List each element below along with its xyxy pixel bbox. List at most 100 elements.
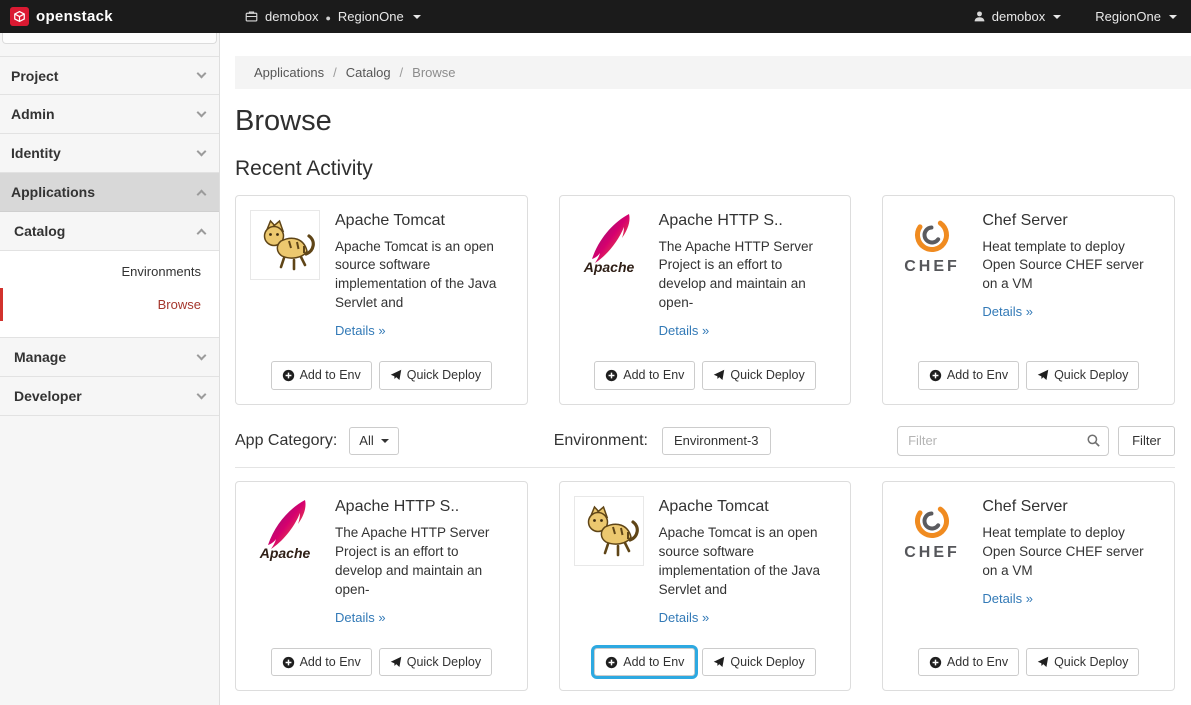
search-icon — [1086, 433, 1101, 453]
recent-cards-row: Apache Tomcat Apache Tomcat is an open s… — [235, 195, 1175, 405]
region-menu-label: RegionOne — [1095, 9, 1161, 24]
tomcat-logo-image — [574, 496, 644, 566]
breadcrumb-separator — [333, 65, 337, 80]
plus-circle-icon — [605, 656, 618, 669]
add-to-env-label: Add to Env — [947, 654, 1008, 670]
card-actions: Add to Env Quick Deploy — [236, 361, 527, 389]
region-menu[interactable]: RegionOne — [1095, 9, 1177, 24]
app-title: Chef Server — [982, 498, 1160, 516]
svg-text:CHEF: CHEF — [905, 544, 961, 561]
brand-text: openstack — [36, 8, 113, 25]
quick-deploy-label: Quick Deploy — [1054, 367, 1128, 383]
chevron-up-icon — [197, 228, 207, 238]
filter-button-label: Filter — [1132, 433, 1161, 450]
card-actions: Add to Env Quick Deploy — [883, 648, 1174, 676]
filter-submit-button[interactable]: Filter — [1118, 426, 1175, 457]
topbar: openstack demobox RegionOne demobox Regi… — [0, 0, 1191, 33]
add-to-env-label: Add to Env — [947, 367, 1008, 383]
sidebar-item-label: Developer — [14, 388, 82, 404]
sidebar-item-label: Catalog — [14, 223, 65, 239]
app-category-label: App Category: — [235, 432, 337, 450]
layout: Project Admin Identity Applications Cata… — [0, 33, 1191, 705]
chevron-down-icon — [197, 69, 207, 79]
plus-circle-icon — [929, 369, 942, 382]
chef-logo-image: CHEF — [897, 210, 967, 280]
add-to-env-button[interactable]: Add to Env — [918, 361, 1019, 389]
breadcrumb-item-browse: Browse — [412, 65, 455, 80]
card-body: Apache HTTP S.. The Apache HTTP Server P… — [335, 496, 513, 627]
add-to-env-button[interactable]: Add to Env — [271, 361, 372, 389]
add-to-env-button[interactable]: Add to Env — [271, 648, 372, 676]
apache-logo-image: Apache — [574, 210, 644, 280]
quick-deploy-button[interactable]: Quick Deploy — [1026, 648, 1139, 676]
quick-deploy-label: Quick Deploy — [407, 367, 481, 383]
filter-input[interactable] — [897, 426, 1109, 456]
app-title: Apache HTTP S.. — [659, 212, 837, 230]
card-actions: Add to Env Quick Deploy — [236, 648, 527, 676]
details-link[interactable]: Details » — [982, 591, 1033, 606]
sidebar-item-browse[interactable]: Browse — [0, 288, 219, 321]
details-link[interactable]: Details » — [335, 610, 386, 625]
app-description: Apache Tomcat is an open source software… — [335, 238, 513, 314]
card-top: Apache Tomcat Apache Tomcat is an open s… — [250, 210, 513, 341]
quick-deploy-label: Quick Deploy — [407, 654, 481, 670]
sidebar-item-label: Applications — [11, 184, 95, 200]
page-title: Browse — [235, 105, 1175, 138]
quick-deploy-button[interactable]: Quick Deploy — [702, 361, 815, 389]
sidebar-item-developer[interactable]: Developer — [0, 377, 219, 416]
card-top: CHEF Chef Server Heat template to deploy… — [897, 210, 1160, 322]
user-menu-label: demobox — [992, 9, 1045, 24]
app-description: The Apache HTTP Server Project is an eff… — [659, 238, 837, 314]
card-top: Apache Apache HTTP S.. The Apache HTTP S… — [250, 496, 513, 627]
add-to-env-button[interactable]: Add to Env — [594, 361, 695, 389]
project-region-switcher[interactable]: demobox RegionOne — [245, 9, 421, 24]
user-menu[interactable]: demobox — [973, 9, 1061, 24]
environment-label: Environment: — [554, 432, 648, 450]
sidebar-item-admin[interactable]: Admin — [0, 95, 219, 134]
sidebar-collapsed-panel — [2, 33, 217, 44]
sidebar-item-environments[interactable]: Environments — [0, 255, 219, 288]
app-category-select[interactable]: All — [349, 427, 398, 456]
tomcat-logo-image — [250, 210, 320, 280]
sidebar-item-identity[interactable]: Identity — [0, 134, 219, 173]
sidebar-item-applications[interactable]: Applications — [0, 173, 219, 212]
app-card: Apache Tomcat Apache Tomcat is an open s… — [559, 481, 852, 691]
breadcrumb-separator — [400, 65, 404, 80]
svg-text:Apache: Apache — [582, 259, 634, 275]
app-description: The Apache HTTP Server Project is an eff… — [335, 524, 513, 600]
catalog-subpanel: Environments Browse — [0, 251, 219, 338]
openstack-brand[interactable]: openstack — [0, 7, 220, 26]
add-to-env-label: Add to Env — [623, 654, 684, 670]
card-actions: Add to Env Quick Deploy — [560, 361, 851, 389]
quick-deploy-button[interactable]: Quick Deploy — [379, 648, 492, 676]
quick-deploy-label: Quick Deploy — [1054, 654, 1128, 670]
add-to-env-button[interactable]: Add to Env — [594, 648, 695, 676]
app-card: CHEF Chef Server Heat template to deploy… — [882, 481, 1175, 691]
app-category-value: All — [359, 433, 373, 450]
app-description: Heat template to deploy Open Source CHEF… — [982, 524, 1160, 581]
add-to-env-label: Add to Env — [623, 367, 684, 383]
plus-circle-icon — [605, 369, 618, 382]
quick-deploy-button[interactable]: Quick Deploy — [1026, 361, 1139, 389]
quick-deploy-button[interactable]: Quick Deploy — [379, 361, 492, 389]
project-icon — [245, 10, 258, 23]
details-link[interactable]: Details » — [659, 610, 710, 625]
environment-button[interactable]: Environment-3 — [662, 427, 771, 456]
chevron-down-icon — [197, 350, 207, 360]
sidebar-item-catalog[interactable]: Catalog — [0, 212, 219, 251]
app-title: Chef Server — [982, 212, 1160, 230]
breadcrumb-item-catalog[interactable]: Catalog — [346, 65, 391, 80]
card-actions: Add to Env Quick Deploy — [560, 648, 851, 676]
sidebar-item-manage[interactable]: Manage — [0, 338, 219, 377]
chevron-down-icon — [197, 389, 207, 399]
filter-input-wrap — [897, 426, 1109, 456]
details-link[interactable]: Details » — [982, 304, 1033, 319]
breadcrumb: Applications Catalog Browse — [235, 56, 1191, 89]
details-link[interactable]: Details » — [659, 323, 710, 338]
add-to-env-button[interactable]: Add to Env — [918, 648, 1019, 676]
quick-deploy-button[interactable]: Quick Deploy — [702, 648, 815, 676]
sidebar-item-project[interactable]: Project — [0, 56, 219, 95]
quick-deploy-icon — [1037, 369, 1049, 381]
details-link[interactable]: Details » — [335, 323, 386, 338]
breadcrumb-item-applications[interactable]: Applications — [254, 65, 324, 80]
